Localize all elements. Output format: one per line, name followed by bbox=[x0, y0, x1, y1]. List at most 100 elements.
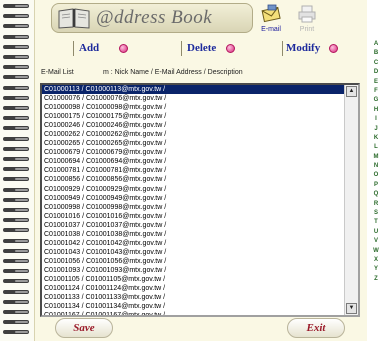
index-letter[interactable]: B bbox=[369, 49, 383, 58]
notebook-binding bbox=[0, 0, 34, 341]
list-item[interactable]: C01000098 / C01000098@mtx.gov.tw / bbox=[42, 103, 344, 112]
index-letter[interactable]: T bbox=[369, 218, 383, 227]
separator bbox=[181, 41, 182, 56]
binding-ring bbox=[3, 289, 29, 294]
address-book-page: @ddress Book E-mail Print Add Delete Mod… bbox=[34, 0, 367, 341]
list-item[interactable]: C01001133 / C01001133@mtx.gov.tw / bbox=[42, 293, 344, 302]
list-item[interactable]: C01000679 / C01000679@mtx.gov.tw / bbox=[42, 148, 344, 157]
list-item[interactable]: C01000694 / C01000694@mtx.gov.tw / bbox=[42, 157, 344, 166]
list-item[interactable]: C01001124 / C01001124@mtx.gov.tw / bbox=[42, 284, 344, 293]
add-button[interactable]: Add bbox=[79, 42, 99, 54]
list-item[interactable]: C01000113 / C01000113@mtx.gov.tw / bbox=[42, 85, 344, 95]
binding-ring bbox=[3, 95, 29, 100]
address-book-header: @ddress Book bbox=[51, 3, 253, 33]
printer-icon bbox=[298, 5, 316, 23]
index-letter[interactable]: G bbox=[369, 96, 383, 105]
list-item[interactable]: C01000929 / C01000929@mtx.gov.tw / bbox=[42, 185, 344, 194]
index-letter[interactable]: M bbox=[369, 153, 383, 162]
list-item[interactable]: C01000076 / C01000076@mtx.gov.tw / bbox=[42, 94, 344, 103]
mail-list-header: E-Mail List bbox=[41, 69, 74, 76]
print-button[interactable]: Print bbox=[293, 4, 321, 33]
index-letter[interactable]: E bbox=[369, 78, 383, 87]
list-item[interactable]: C01001056 / C01001056@mtx.gov.tw / bbox=[42, 257, 344, 266]
index-letter[interactable]: J bbox=[369, 125, 383, 134]
list-item[interactable]: C01000175 / C01000175@mtx.gov.tw / bbox=[42, 112, 344, 121]
pink-dot-icon bbox=[329, 44, 338, 53]
index-letter[interactable]: Q bbox=[369, 190, 383, 199]
list-item[interactable]: C01001134 / C01001134@mtx.gov.tw / bbox=[42, 302, 344, 311]
list-item[interactable]: C01001043 / C01001043@mtx.gov.tw / bbox=[42, 248, 344, 257]
list-item[interactable]: C01000998 / C01000998@mtx.gov.tw / bbox=[42, 203, 344, 212]
binding-ring bbox=[3, 85, 29, 90]
list-item[interactable]: C01000856 / C01000856@mtx.gov.tw / bbox=[42, 175, 344, 184]
list-item[interactable]: C01000265 / C01000265@mtx.gov.tw / bbox=[42, 139, 344, 148]
pink-dot-icon bbox=[119, 44, 128, 53]
binding-ring bbox=[3, 65, 29, 70]
index-letter[interactable]: S bbox=[369, 209, 383, 218]
binding-ring bbox=[3, 320, 29, 325]
binding-ring bbox=[3, 157, 29, 161]
list-item[interactable]: C01001167 / C01001167@mtx.gov.tw / bbox=[42, 311, 344, 315]
index-letter[interactable]: C bbox=[369, 59, 383, 68]
binding-ring bbox=[3, 310, 29, 314]
index-letter[interactable]: W bbox=[369, 247, 383, 256]
binding-ring bbox=[3, 126, 29, 131]
binding-ring bbox=[3, 248, 29, 253]
binding-ring bbox=[3, 136, 29, 141]
scroll-down-icon[interactable]: ▼ bbox=[346, 303, 357, 314]
index-letter[interactable]: X bbox=[369, 256, 383, 265]
index-letter[interactable]: N bbox=[369, 162, 383, 171]
description-header: m : Nick Name / E-Mail Address / Descrip… bbox=[103, 69, 243, 76]
listbox-scrollbar[interactable]: ▲ ▼ bbox=[344, 85, 358, 315]
index-letter[interactable]: Y bbox=[369, 265, 383, 274]
save-button[interactable]: Save bbox=[55, 318, 113, 338]
binding-ring bbox=[3, 106, 29, 110]
index-letter[interactable]: D bbox=[369, 68, 383, 77]
modify-button[interactable]: Modify bbox=[286, 42, 320, 54]
email-listbox[interactable]: C01000113 / C01000113@mtx.gov.tw / C01000… bbox=[40, 83, 360, 317]
index-letter[interactable]: F bbox=[369, 87, 383, 96]
binding-ring bbox=[3, 44, 29, 49]
list-item[interactable]: C01001016 / C01001016@mtx.gov.tw / bbox=[42, 212, 344, 221]
delete-button[interactable]: Delete bbox=[187, 42, 216, 54]
list-item[interactable]: C01001105 / C01001105@mtx.gov.tw / bbox=[42, 275, 344, 284]
binding-ring bbox=[3, 14, 29, 19]
binding-ring bbox=[3, 167, 29, 172]
list-item[interactable]: C01000262 / C01000262@mtx.gov.tw / bbox=[42, 130, 344, 139]
index-letter[interactable]: R bbox=[369, 200, 383, 209]
list-item[interactable]: C01000949 / C01000949@mtx.gov.tw / bbox=[42, 194, 344, 203]
exit-button[interactable]: Exit bbox=[287, 318, 345, 338]
index-letter[interactable]: H bbox=[369, 106, 383, 115]
index-letter[interactable]: O bbox=[369, 171, 383, 180]
email-list-rows: C01000113 / C01000113@mtx.gov.tw / C01000… bbox=[42, 85, 344, 315]
binding-ring bbox=[3, 55, 29, 59]
index-letter[interactable]: P bbox=[369, 181, 383, 190]
scroll-up-icon[interactable]: ▲ bbox=[346, 86, 357, 97]
index-letter[interactable]: I bbox=[369, 115, 383, 124]
index-letter[interactable]: U bbox=[369, 228, 383, 237]
page-title: @ddress Book bbox=[96, 7, 213, 28]
list-item[interactable]: C01001093 / C01001093@mtx.gov.tw / bbox=[42, 266, 344, 275]
list-item[interactable]: C01000246 / C01000246@mtx.gov.tw / bbox=[42, 121, 344, 130]
binding-ring bbox=[3, 259, 29, 263]
binding-ring bbox=[3, 34, 29, 39]
binding-ring bbox=[3, 146, 29, 151]
binding-ring bbox=[3, 75, 29, 80]
alphabet-index: ABCDEFGHIJKLMNOPQRSTUVWXYZ bbox=[369, 40, 383, 284]
binding-ring bbox=[3, 228, 29, 233]
binding-ring bbox=[3, 218, 29, 223]
binding-ring bbox=[3, 4, 29, 8]
print-label: Print bbox=[299, 26, 315, 33]
email-button[interactable]: E-mail bbox=[257, 4, 285, 33]
index-letter[interactable]: Z bbox=[369, 275, 383, 284]
index-letter[interactable]: A bbox=[369, 40, 383, 49]
binding-ring bbox=[3, 269, 29, 274]
index-letter[interactable]: L bbox=[369, 143, 383, 152]
list-item[interactable]: C01001042 / C01001042@mtx.gov.tw / bbox=[42, 239, 344, 248]
list-item[interactable]: C01001038 / C01001038@mtx.gov.tw / bbox=[42, 230, 344, 239]
binding-ring bbox=[3, 208, 29, 212]
list-item[interactable]: C01001037 / C01001037@mtx.gov.tw / bbox=[42, 221, 344, 230]
list-item[interactable]: C01000781 / C01000781@mtx.gov.tw / bbox=[42, 166, 344, 175]
index-letter[interactable]: K bbox=[369, 134, 383, 143]
index-letter[interactable]: V bbox=[369, 237, 383, 246]
